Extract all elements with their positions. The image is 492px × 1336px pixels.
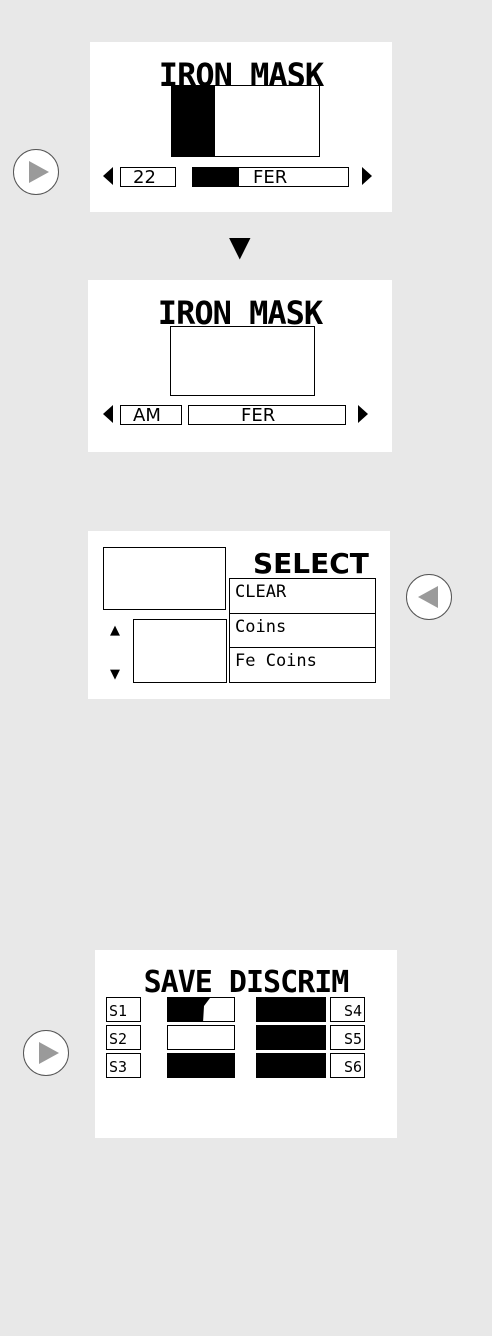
preview-box	[103, 547, 226, 610]
value-field: 22	[120, 167, 176, 187]
slot-s2[interactable]: S2	[106, 1025, 141, 1050]
fer-bar-fill	[193, 168, 239, 186]
save-discrim-panel: SAVE DISCRIM S1 S2 S3 S4 S5 S6	[95, 950, 397, 1138]
slot-label: S5	[343, 1030, 362, 1048]
select-list: CLEAR Coins Fe Coins	[229, 578, 376, 683]
iron-mask-panel-2: IRON MASK AM FER	[88, 280, 392, 452]
down-triangle-icon[interactable]: ▼	[110, 668, 120, 681]
select-title: SELECT	[253, 547, 369, 580]
slot-label: S4	[343, 1002, 362, 1020]
select-item-fe-coins[interactable]: Fe Coins	[230, 647, 375, 681]
select-item-label: CLEAR	[235, 582, 287, 602]
slot-label: S3	[109, 1058, 128, 1076]
fer-text: FER	[241, 405, 276, 426]
slot-bar-s4	[256, 997, 326, 1022]
select-item-coins[interactable]: Coins	[230, 613, 375, 647]
up-triangle-icon[interactable]: ▲	[110, 624, 120, 637]
fer-text: FER	[253, 167, 288, 188]
slot-label: S2	[109, 1030, 128, 1048]
play-left-button[interactable]	[406, 574, 452, 620]
value-field: AM	[120, 405, 182, 425]
slot-s1[interactable]: S1	[106, 997, 141, 1022]
fer-bar: FER	[192, 167, 349, 187]
value-text: 22	[133, 167, 156, 188]
slot-bar-s2	[167, 1025, 235, 1050]
play-right-icon	[39, 1042, 59, 1064]
play-right-icon	[29, 161, 49, 183]
iron-mask-panel-1: IRON MASK 22 FER	[90, 42, 392, 212]
triangle-right-icon[interactable]	[362, 167, 372, 185]
partial-fill	[168, 998, 210, 1021]
panel-title: SAVE DISCRIM	[143, 965, 350, 1000]
slot-label: S6	[343, 1058, 362, 1076]
select-item-clear[interactable]: CLEAR	[230, 578, 375, 613]
select-item-label: Coins	[235, 617, 287, 637]
play-left-icon	[418, 586, 438, 608]
slot-s5[interactable]: S5	[330, 1025, 365, 1050]
triangle-left-icon[interactable]	[103, 167, 113, 185]
play-right-button[interactable]	[13, 149, 59, 195]
down-arrow-icon: ▼	[229, 230, 251, 263]
level-box	[171, 85, 320, 157]
panel-title: IRON MASK	[157, 294, 323, 332]
slot-label: S1	[109, 1002, 128, 1020]
triangle-left-icon[interactable]	[103, 405, 113, 423]
slot-bar-s3	[167, 1053, 235, 1078]
slot-s4[interactable]: S4	[330, 997, 365, 1022]
level-fill	[172, 86, 215, 156]
select-panel: ▲ ▼ SELECT CLEAR Coins Fe Coins	[88, 531, 390, 699]
level-box	[170, 326, 315, 396]
value-box	[133, 619, 227, 683]
select-item-label: Fe Coins	[235, 651, 317, 671]
fer-bar: FER	[188, 405, 346, 425]
play-right-button-2[interactable]	[23, 1030, 69, 1076]
value-text: AM	[133, 405, 161, 426]
slot-bar-s1	[167, 997, 235, 1022]
slot-bar-s6	[256, 1053, 326, 1078]
triangle-right-icon[interactable]	[358, 405, 368, 423]
slot-s3[interactable]: S3	[106, 1053, 141, 1078]
slot-bar-s5	[256, 1025, 326, 1050]
slot-s6[interactable]: S6	[330, 1053, 365, 1078]
